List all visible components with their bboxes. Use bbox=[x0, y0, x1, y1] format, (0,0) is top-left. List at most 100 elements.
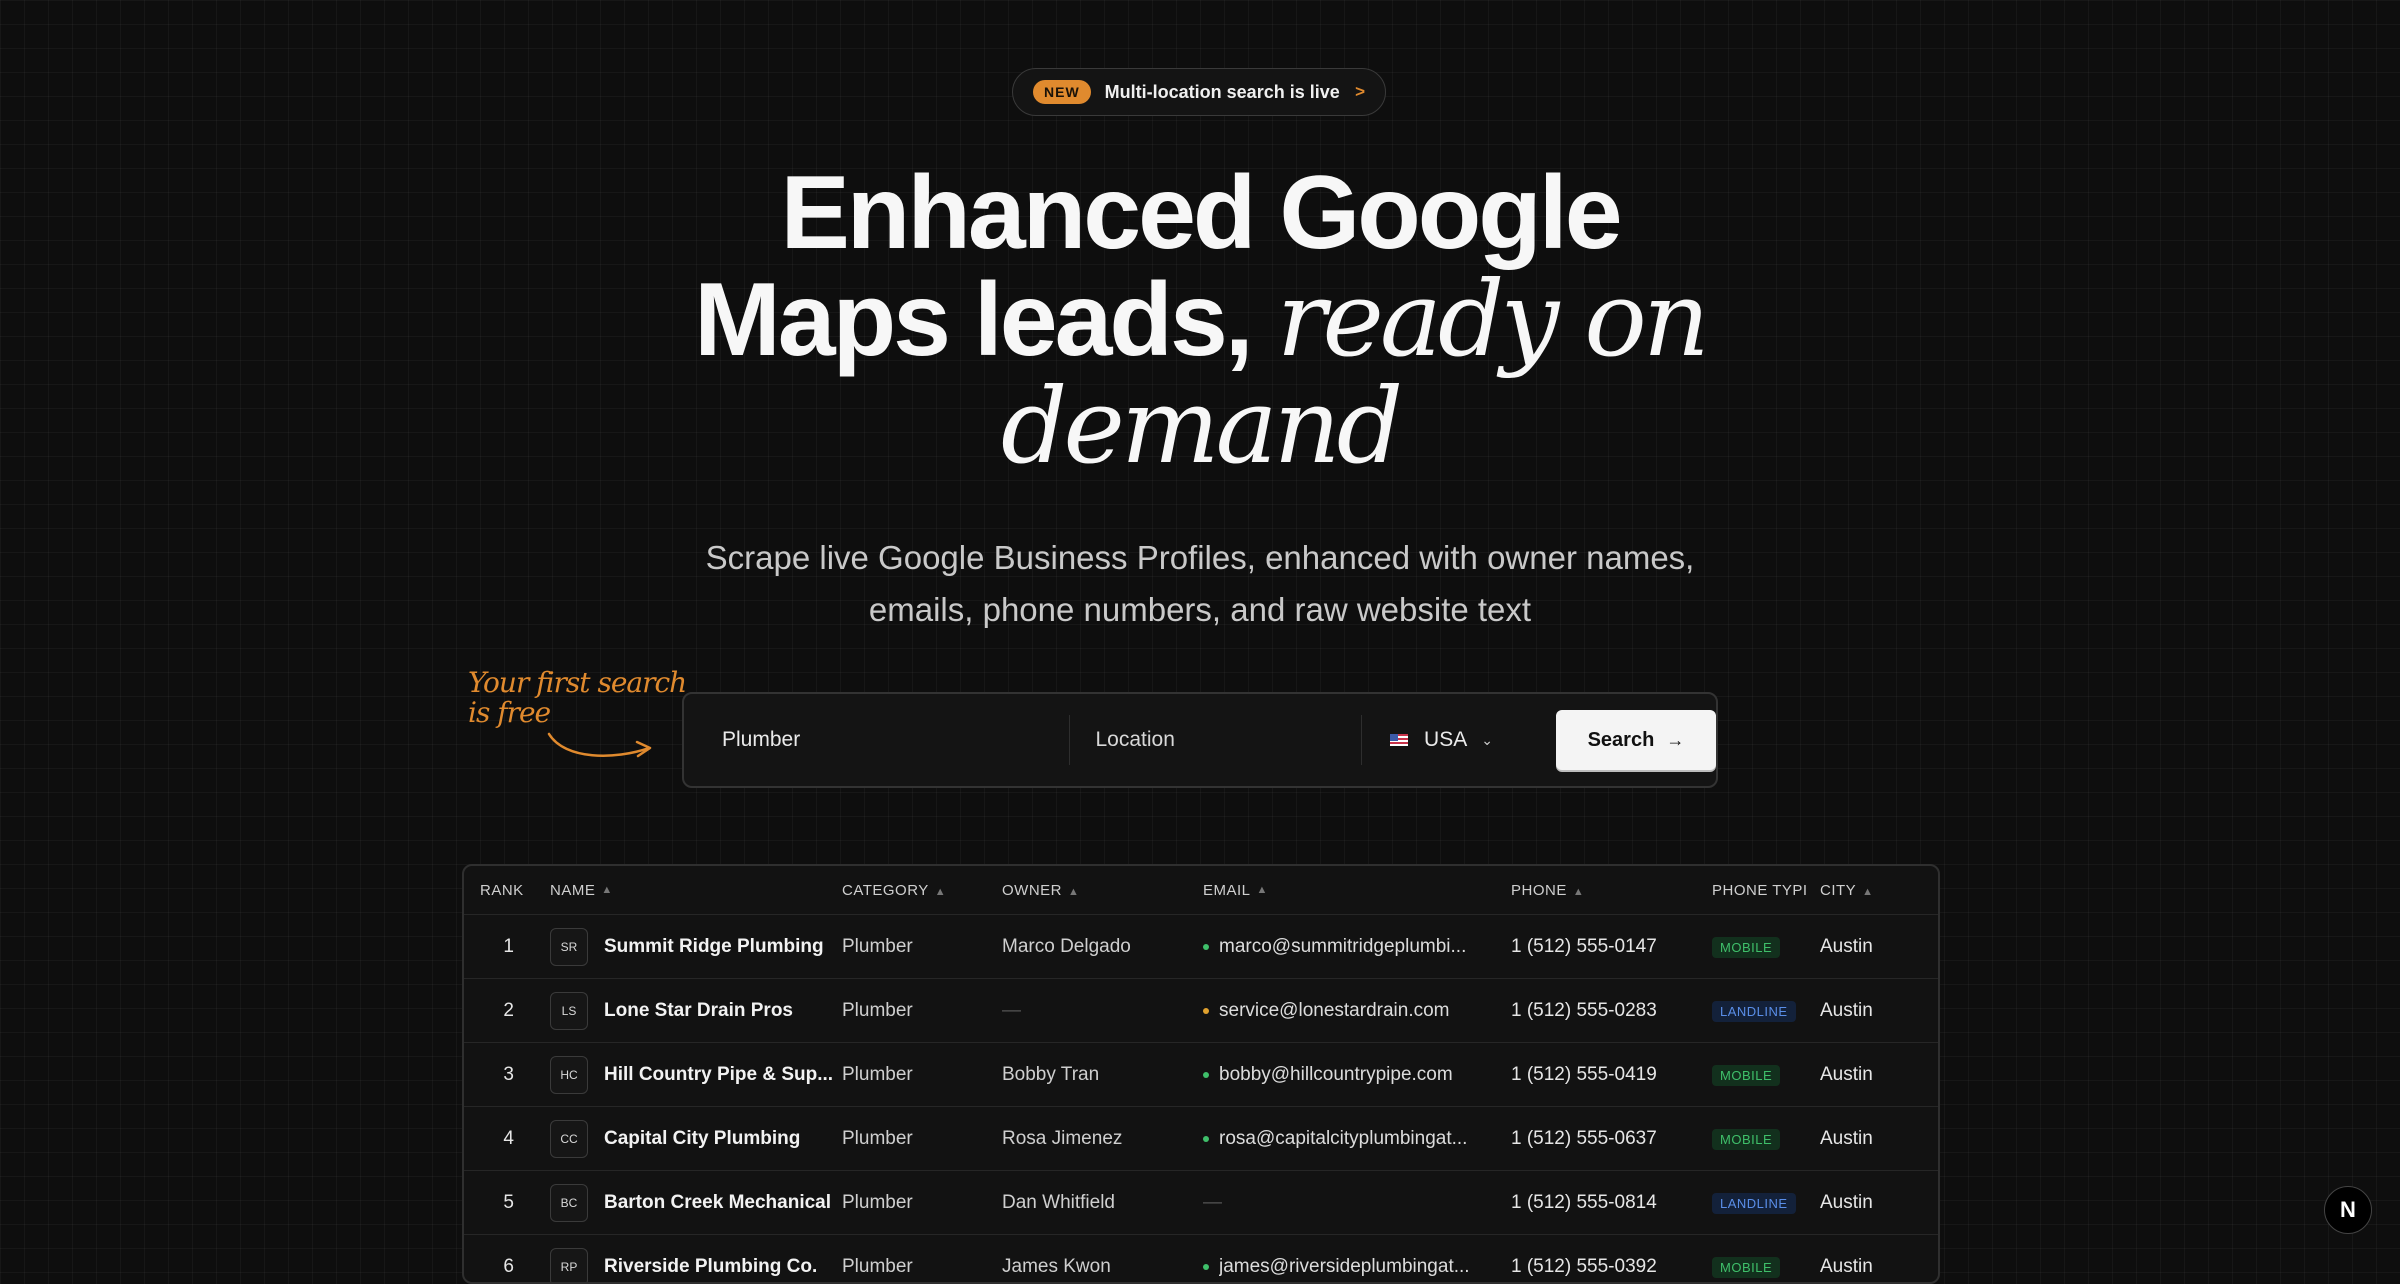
sort-icon: ▲ bbox=[1257, 884, 1268, 896]
business-avatar: SR bbox=[550, 928, 588, 966]
category-cell: Plumber bbox=[842, 1128, 1002, 1150]
phone-cell: 1 (512) 555-0814 bbox=[1511, 1192, 1712, 1214]
owner-cell: Rosa Jimenez bbox=[1002, 1128, 1203, 1150]
name-cell[interactable]: BC Barton Creek Mechanical bbox=[534, 1184, 842, 1222]
sort-icon: ▲ bbox=[1068, 886, 1079, 898]
city-cell: Austin bbox=[1820, 1064, 1920, 1086]
sort-icon: ▲ bbox=[601, 884, 612, 896]
business-avatar: HC bbox=[550, 1056, 588, 1094]
announcement-text: Multi-location search is live bbox=[1105, 82, 1355, 103]
floating-n-label: N bbox=[2340, 1197, 2356, 1223]
table-row[interactable]: 5BCBarton Creek MechanicalPlumberDan Whi… bbox=[464, 1171, 1938, 1235]
phone-type-badge: MOBILE bbox=[1712, 1065, 1780, 1086]
email-cell[interactable]: — bbox=[1203, 1192, 1511, 1214]
chevron-down-icon: ⌄ bbox=[1481, 732, 1493, 749]
business-name: Capital City Plumbing bbox=[604, 1128, 800, 1150]
table-row[interactable]: 4CCCapital City PlumbingPlumberRosa Jime… bbox=[464, 1107, 1938, 1171]
phone-cell: 1 (512) 555-0392 bbox=[1511, 1256, 1712, 1278]
header-phone-label: PHONE bbox=[1511, 882, 1567, 899]
us-flag-icon bbox=[1390, 734, 1408, 746]
email-status-dot bbox=[1203, 1072, 1209, 1078]
email-cell[interactable]: bobby@hillcountrypipe.com bbox=[1203, 1064, 1511, 1086]
phone-cell: 1 (512) 555-0637 bbox=[1511, 1128, 1712, 1150]
business-name: Hill Country Pipe & Sup... bbox=[604, 1064, 833, 1086]
keyword-input[interactable] bbox=[720, 727, 1069, 753]
business-avatar: RP bbox=[550, 1248, 588, 1284]
search-button-label: Search bbox=[1588, 729, 1655, 752]
phone-type-badge: MOBILE bbox=[1712, 937, 1780, 958]
table-row[interactable]: 2LSLone Star Drain ProsPlumber— service@l… bbox=[464, 979, 1938, 1043]
header-rank[interactable]: RANK bbox=[464, 882, 534, 899]
header-email-label: EMAIL bbox=[1203, 882, 1251, 899]
phone-type-badge: MOBILE bbox=[1712, 1129, 1780, 1150]
table-row[interactable]: 1SRSummit Ridge PlumbingPlumberMarco Del… bbox=[464, 915, 1938, 979]
rank-cell: 6 bbox=[464, 1256, 534, 1278]
announcement-pill[interactable]: NEW Multi-location search is live > bbox=[1012, 68, 1386, 116]
table-row[interactable]: 3HCHill Country Pipe & Sup...PlumberBobb… bbox=[464, 1043, 1938, 1107]
email-status-dot bbox=[1203, 1136, 1209, 1142]
keyword-field[interactable] bbox=[684, 715, 1070, 765]
city-cell: Austin bbox=[1820, 936, 1920, 958]
category-cell: Plumber bbox=[842, 1256, 1002, 1278]
email-text: service@lonestardrain.com bbox=[1219, 1000, 1450, 1022]
email-cell[interactable]: marco@summitridgeplumbi... bbox=[1203, 936, 1511, 958]
location-input[interactable] bbox=[1094, 727, 1362, 753]
hero-line-3: demand bbox=[0, 373, 2400, 479]
email-text: marco@summitridgeplumbi... bbox=[1219, 936, 1466, 958]
name-cell[interactable]: HC Hill Country Pipe & Sup... bbox=[534, 1056, 842, 1094]
email-cell[interactable]: rosa@capitalcityplumbingat... bbox=[1203, 1128, 1511, 1150]
header-name[interactable]: NAME ▲ bbox=[534, 882, 842, 899]
phone-type-badge: LANDLINE bbox=[1712, 1193, 1796, 1214]
owner-cell: — bbox=[1002, 1000, 1203, 1022]
email-cell[interactable]: service@lonestardrain.com bbox=[1203, 1000, 1511, 1022]
email-text: rosa@capitalcityplumbingat... bbox=[1219, 1128, 1467, 1150]
city-cell: Austin bbox=[1820, 1256, 1920, 1278]
floating-n-button[interactable]: N bbox=[2324, 1186, 2372, 1234]
phone-type-badge: LANDLINE bbox=[1712, 1001, 1796, 1022]
country-label: USA bbox=[1424, 728, 1467, 752]
sort-icon: ▲ bbox=[935, 886, 946, 898]
sort-icon: ▲ bbox=[1573, 886, 1584, 898]
hero-line-2-plain: Maps leads, bbox=[694, 262, 1251, 378]
header-category[interactable]: CATEGORY ▲ bbox=[842, 882, 1002, 899]
header-category-label: CATEGORY bbox=[842, 882, 929, 899]
category-cell: Plumber bbox=[842, 936, 1002, 958]
rank-cell: 5 bbox=[464, 1192, 534, 1214]
table-body: 1SRSummit Ridge PlumbingPlumberMarco Del… bbox=[464, 915, 1938, 1284]
owner-cell: James Kwon bbox=[1002, 1256, 1203, 1278]
email-cell[interactable]: james@riversideplumbingat... bbox=[1203, 1256, 1511, 1278]
search-button[interactable]: Search → bbox=[1556, 710, 1716, 770]
business-name: Barton Creek Mechanical bbox=[604, 1192, 831, 1214]
name-cell[interactable]: SRSummit Ridge Plumbing bbox=[534, 928, 842, 966]
header-name-label: NAME bbox=[550, 882, 595, 899]
email-status-dot bbox=[1203, 1264, 1209, 1270]
location-field[interactable] bbox=[1070, 715, 1363, 765]
name-cell[interactable]: LSLone Star Drain Pros bbox=[534, 992, 842, 1030]
business-avatar: CC bbox=[550, 1120, 588, 1158]
header-owner[interactable]: OWNER▲ bbox=[1002, 882, 1203, 899]
email-text: — bbox=[1203, 1192, 1222, 1214]
country-select[interactable]: USA ⌄ bbox=[1362, 728, 1556, 752]
owner-cell: Dan Whitfield bbox=[1002, 1192, 1203, 1214]
category-cell: Plumber bbox=[842, 1000, 1002, 1022]
results-table: RANK NAME ▲ CATEGORY ▲ OWNER▲ EMAIL ▲ PHONE… bbox=[462, 864, 1940, 1284]
owner-cell: Marco Delgado bbox=[1002, 936, 1203, 958]
hero-headline: Enhanced Google Maps leads, ready on dem… bbox=[0, 160, 2400, 479]
subtitle-line-2: emails, phone numbers, and raw website t… bbox=[0, 584, 2400, 636]
rank-cell: 3 bbox=[464, 1064, 534, 1086]
header-email[interactable]: EMAIL ▲ bbox=[1203, 882, 1511, 899]
header-city[interactable]: CITY▲ bbox=[1820, 882, 1920, 899]
phone-type-cell: MOBILE bbox=[1712, 1128, 1820, 1150]
email-status-dot bbox=[1203, 1008, 1209, 1014]
name-cell[interactable]: CC Capital City Plumbing bbox=[534, 1120, 842, 1158]
name-cell[interactable]: RPRiverside Plumbing Co. bbox=[534, 1248, 842, 1284]
header-city-label: CITY bbox=[1820, 882, 1856, 899]
header-phone-type[interactable]: PHONE TYPI bbox=[1712, 882, 1820, 899]
phone-type-cell: LANDLINE bbox=[1712, 1000, 1820, 1022]
phone-type-cell: MOBILE bbox=[1712, 1256, 1820, 1278]
header-phone[interactable]: PHONE ▲ bbox=[1511, 882, 1712, 899]
rank-cell: 2 bbox=[464, 1000, 534, 1022]
city-cell: Austin bbox=[1820, 1128, 1920, 1150]
business-avatar: BC bbox=[550, 1184, 588, 1222]
hero-line-2-italic: ready on bbox=[1277, 258, 1706, 380]
